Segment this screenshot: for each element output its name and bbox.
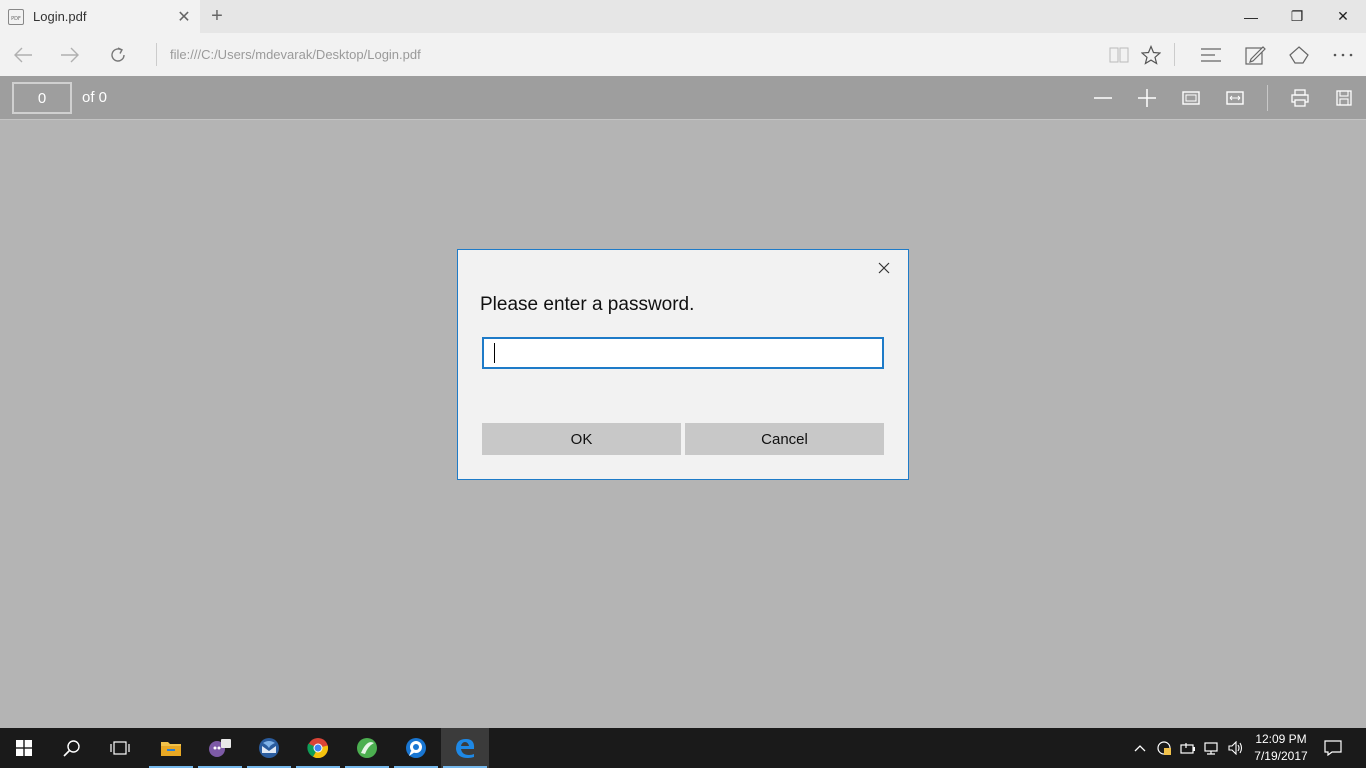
forward-arrow-icon[interactable]	[47, 33, 93, 76]
page-total-label: of 0	[82, 89, 108, 106]
tab-login-pdf[interactable]: PDF Login.pdf ✕	[0, 0, 200, 33]
password-input[interactable]	[482, 337, 884, 369]
search-icon[interactable]	[48, 728, 96, 768]
dialog-title: Please enter a password.	[480, 294, 695, 315]
chat-app-icon[interactable]	[196, 728, 244, 768]
tab-strip: PDF Login.pdf ✕ + — ❐ ✕	[0, 0, 1366, 33]
network-icon[interactable]	[1200, 728, 1224, 768]
pdf-file-icon: PDF	[8, 8, 24, 25]
share-icon[interactable]	[1277, 33, 1321, 76]
green-app-icon[interactable]	[343, 728, 391, 768]
separator	[156, 43, 157, 66]
start-button[interactable]	[0, 728, 48, 768]
edge-icon[interactable]	[441, 728, 489, 768]
system-clock[interactable]: 12:09 PM 7/19/2017	[1250, 728, 1312, 768]
print-icon[interactable]	[1278, 76, 1322, 120]
password-dialog: Please enter a password. OK Cancel	[457, 249, 909, 480]
messenger-icon[interactable]	[392, 728, 440, 768]
volume-icon[interactable]	[1224, 728, 1248, 768]
restore-button[interactable]: ❐	[1274, 0, 1320, 33]
address-bar[interactable]: file:///C:/Users/mdevarak/Desktop/Login.…	[170, 33, 421, 76]
tab-title: Login.pdf	[33, 9, 87, 24]
power-icon[interactable]	[1176, 728, 1200, 768]
page-number-input[interactable]: 0	[12, 82, 72, 114]
fit-width-icon[interactable]	[1213, 76, 1257, 120]
web-note-icon[interactable]	[1233, 33, 1277, 76]
new-tab-button[interactable]: +	[202, 0, 232, 33]
pdf-toolbar: 0 of 0	[0, 76, 1366, 120]
save-icon[interactable]	[1322, 76, 1366, 120]
cancel-button[interactable]: Cancel	[685, 423, 884, 455]
thunderbird-icon[interactable]	[245, 728, 293, 768]
file-explorer-icon[interactable]	[147, 728, 195, 768]
chevron-up-icon[interactable]	[1128, 728, 1152, 768]
fit-page-icon[interactable]	[1169, 76, 1213, 120]
tab-close-icon[interactable]: ✕	[168, 0, 200, 33]
chrome-icon[interactable]	[294, 728, 342, 768]
close-window-button[interactable]: ✕	[1320, 0, 1366, 33]
security-shield-icon[interactable]	[1152, 728, 1176, 768]
clock-time: 12:09 PM	[1255, 732, 1307, 746]
task-view-icon[interactable]	[96, 728, 144, 768]
back-arrow-icon[interactable]	[0, 33, 46, 76]
text-caret	[494, 343, 495, 363]
action-center-icon[interactable]	[1318, 728, 1348, 768]
zoom-in-icon[interactable]	[1125, 76, 1169, 120]
separator	[1174, 43, 1175, 66]
more-icon[interactable]	[1321, 33, 1365, 76]
dialog-close-icon[interactable]	[872, 256, 896, 280]
clock-date: 7/19/2017	[1254, 749, 1308, 763]
navigation-bar: file:///C:/Users/mdevarak/Desktop/Login.…	[0, 33, 1366, 76]
ok-button[interactable]: OK	[482, 423, 681, 455]
hub-icon[interactable]	[1189, 33, 1233, 76]
separator	[1267, 85, 1268, 111]
minimize-button[interactable]: —	[1228, 0, 1274, 33]
taskbar: 12:09 PM 7/19/2017	[0, 728, 1366, 768]
refresh-icon[interactable]	[95, 33, 141, 76]
favorite-star-icon[interactable]	[1129, 33, 1173, 76]
zoom-out-icon[interactable]	[1081, 76, 1125, 120]
